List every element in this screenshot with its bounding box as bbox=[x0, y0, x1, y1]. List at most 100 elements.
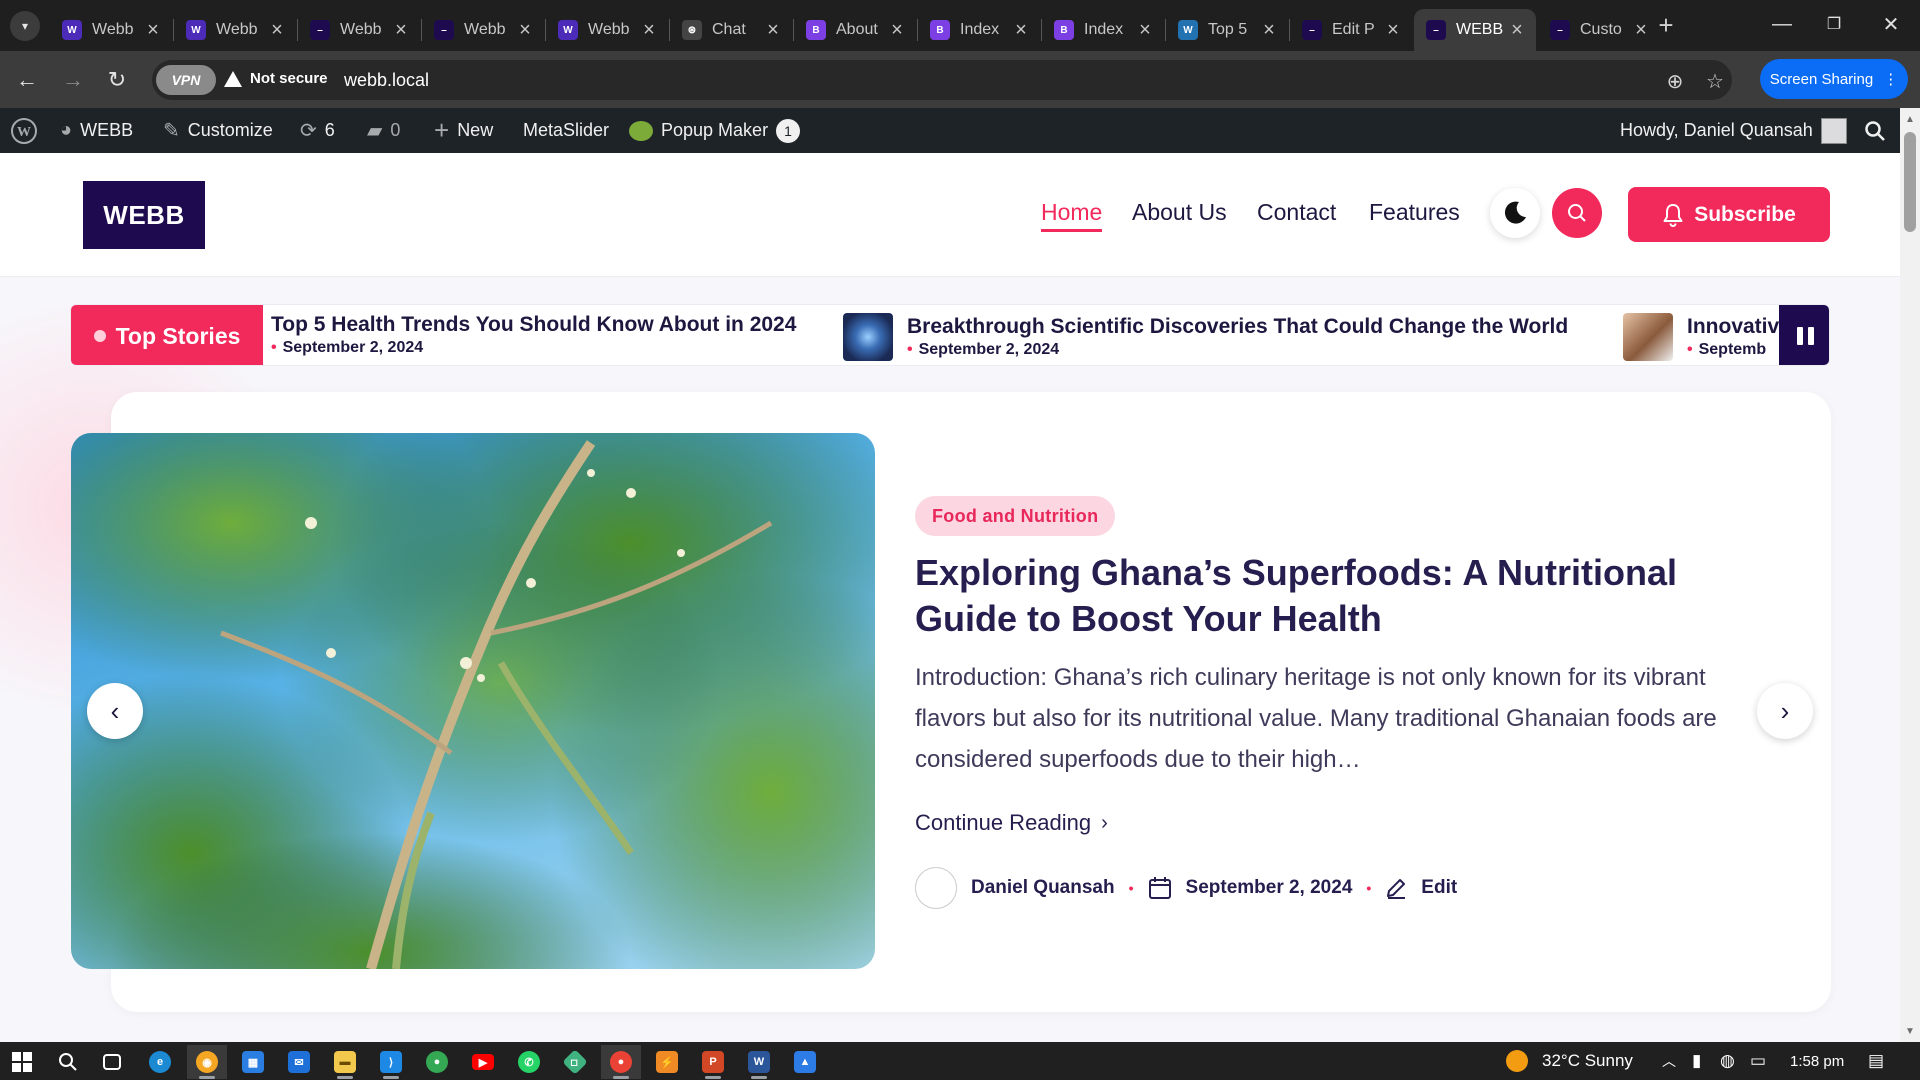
tab-close-icon[interactable]: × bbox=[762, 19, 784, 42]
browser-tab[interactable]: – Webb × bbox=[298, 9, 420, 51]
nav-about-us[interactable]: About Us bbox=[1132, 199, 1227, 226]
browser-tab[interactable]: B About × bbox=[794, 9, 916, 51]
screen-sharing-button[interactable]: Screen Sharing ⋮ bbox=[1760, 59, 1908, 99]
browser-tab[interactable]: – Webb × bbox=[422, 9, 544, 51]
forward-icon[interactable]: → bbox=[56, 63, 90, 97]
restore-icon[interactable]: ❐ bbox=[1809, 6, 1859, 42]
browser-tab[interactable]: B Index × bbox=[1042, 9, 1164, 51]
address-bar[interactable]: VPN Not secure webb.local ⊕ ☆ bbox=[152, 60, 1732, 100]
site-search-button[interactable] bbox=[1552, 188, 1602, 238]
taskbar-app-store[interactable]: ▦ bbox=[233, 1045, 273, 1079]
admin-customize-link[interactable]: ✎ Customize bbox=[163, 108, 273, 153]
browser-tab[interactable]: – Custo × bbox=[1538, 9, 1660, 51]
clock[interactable]: 1:58 pm bbox=[1790, 1042, 1844, 1080]
security-indicator[interactable]: Not secure bbox=[224, 70, 328, 87]
taskbar-app-browser[interactable]: ◉ bbox=[187, 1045, 227, 1079]
ticker-item[interactable]: Innovativ • Septemb bbox=[1623, 313, 1779, 361]
browser-tab[interactable]: – Edit P × bbox=[1290, 9, 1412, 51]
browser-tab[interactable]: ⊛ Chat × bbox=[670, 9, 792, 51]
browser-tab[interactable]: W Webb × bbox=[174, 9, 296, 51]
microphone-icon[interactable]: ▮ bbox=[1692, 1042, 1701, 1080]
battery-icon[interactable]: ▭ bbox=[1750, 1042, 1766, 1080]
bookmark-star-icon[interactable]: ☆ bbox=[1700, 66, 1730, 96]
tab-close-icon[interactable]: × bbox=[390, 19, 412, 42]
nav-contact[interactable]: Contact bbox=[1257, 199, 1336, 226]
weather-widget[interactable]: 32°C Sunny bbox=[1506, 1042, 1633, 1080]
taskbar-app-chrome-active[interactable]: ● bbox=[601, 1045, 641, 1079]
browser-tab[interactable]: – WEBB × bbox=[1414, 9, 1536, 51]
scroll-down-icon[interactable]: ▼ bbox=[1904, 1026, 1916, 1038]
wordpress-logo-icon[interactable]: W bbox=[10, 108, 38, 153]
browser-tab[interactable]: W Top 5 × bbox=[1166, 9, 1288, 51]
author-name[interactable]: Daniel Quansah bbox=[971, 877, 1115, 899]
tab-close-icon[interactable]: × bbox=[1382, 19, 1404, 42]
taskbar-app-word[interactable]: W bbox=[739, 1045, 779, 1079]
minimize-icon[interactable]: — bbox=[1757, 6, 1807, 42]
ticker-pause-button[interactable] bbox=[1779, 305, 1829, 365]
slider-prev-button[interactable]: ‹ bbox=[87, 683, 143, 739]
admin-search-icon[interactable] bbox=[1864, 108, 1886, 153]
admin-popup-maker-link[interactable]: Popup Maker 1 bbox=[629, 108, 801, 153]
admin-account-menu[interactable]: Howdy, Daniel Quansah bbox=[1620, 108, 1847, 153]
taskbar-app-powerpoint[interactable]: P bbox=[693, 1045, 733, 1079]
taskbar-app-chrome[interactable]: ● bbox=[417, 1045, 457, 1079]
url-text[interactable]: webb.local bbox=[344, 70, 429, 91]
taskbar-app-explorer[interactable]: ▬ bbox=[325, 1045, 365, 1079]
scroll-up-icon[interactable]: ▲ bbox=[1904, 114, 1916, 126]
admin-metaslider-link[interactable]: MetaSlider bbox=[523, 108, 609, 153]
admin-updates-link[interactable]: ⟳ 6 bbox=[300, 108, 335, 153]
nav-home[interactable]: Home bbox=[1041, 199, 1103, 232]
subscribe-button[interactable]: Subscribe bbox=[1628, 187, 1830, 242]
tab-close-icon[interactable]: × bbox=[1258, 19, 1280, 42]
admin-site-link[interactable]: ◕ WEBB bbox=[60, 108, 133, 153]
admin-comments-link[interactable]: ▰ 0 bbox=[367, 108, 400, 153]
vpn-badge[interactable]: VPN bbox=[156, 65, 216, 95]
back-icon[interactable]: ← bbox=[10, 63, 44, 97]
tab-close-icon[interactable]: × bbox=[1506, 19, 1528, 42]
browser-tab[interactable]: B Index × bbox=[918, 9, 1040, 51]
task-view-icon[interactable] bbox=[92, 1045, 132, 1079]
taskbar-app-git[interactable]: ◇ bbox=[555, 1045, 595, 1079]
tab-search-icon[interactable]: ▾ bbox=[10, 11, 40, 41]
dark-mode-toggle[interactable] bbox=[1490, 188, 1540, 238]
site-logo[interactable]: WEBB bbox=[83, 181, 205, 249]
edit-post-link[interactable]: Edit bbox=[1421, 877, 1457, 899]
new-tab-button[interactable]: + bbox=[1651, 10, 1681, 40]
taskbar-app-mail[interactable]: ✉ bbox=[279, 1045, 319, 1079]
taskbar-app-edge[interactable]: e bbox=[140, 1045, 180, 1079]
tab-close-icon[interactable]: × bbox=[638, 19, 660, 42]
ticker-item[interactable]: Top 5 Health Trends You Should Know Abou… bbox=[271, 313, 796, 357]
browser-tab[interactable]: W Webb × bbox=[50, 9, 172, 51]
zoom-icon[interactable]: ⊕ bbox=[1660, 66, 1690, 96]
ticker-item[interactable]: Breakthrough Scientific Discoveries That… bbox=[843, 313, 1568, 361]
tab-close-icon[interactable]: × bbox=[1630, 19, 1652, 42]
tab-close-icon[interactable]: × bbox=[514, 19, 536, 42]
tab-close-icon[interactable]: × bbox=[266, 19, 288, 42]
notifications-icon[interactable]: ▤ bbox=[1868, 1042, 1884, 1080]
taskbar-app-photos[interactable]: ▲ bbox=[785, 1045, 825, 1079]
continue-reading-link[interactable]: Continue Reading › bbox=[915, 810, 1108, 836]
page-scrollbar[interactable]: ▲ ▼ bbox=[1900, 108, 1920, 1042]
taskbar-app-local[interactable]: ⚡ bbox=[647, 1045, 687, 1079]
tab-close-icon[interactable]: × bbox=[886, 19, 908, 42]
reload-icon[interactable]: ↻ bbox=[100, 63, 134, 97]
taskbar-app-youtube[interactable]: ▶ bbox=[463, 1045, 503, 1079]
author-avatar[interactable] bbox=[915, 867, 957, 909]
taskbar-app-whatsapp[interactable]: ✆ bbox=[509, 1045, 549, 1079]
taskbar-search-icon[interactable] bbox=[48, 1045, 88, 1079]
taskbar-app-vscode[interactable]: ⟩ bbox=[371, 1045, 411, 1079]
browser-tab[interactable]: W Webb × bbox=[546, 9, 668, 51]
slider-next-button[interactable]: › bbox=[1757, 683, 1813, 739]
globe-network-icon[interactable]: ◍ bbox=[1720, 1042, 1735, 1080]
close-window-icon[interactable]: ✕ bbox=[1866, 6, 1916, 42]
scrollbar-thumb[interactable] bbox=[1904, 132, 1916, 232]
start-button[interactable] bbox=[2, 1045, 42, 1079]
category-badge[interactable]: Food and Nutrition bbox=[915, 496, 1116, 536]
tab-close-icon[interactable]: × bbox=[1134, 19, 1156, 42]
post-title[interactable]: Exploring Ghana’s Superfoods: A Nutritio… bbox=[915, 550, 1785, 642]
post-date[interactable]: September 2, 2024 bbox=[1186, 877, 1353, 899]
featured-post-image[interactable] bbox=[71, 433, 875, 969]
nav-features[interactable]: Features bbox=[1369, 199, 1460, 226]
tray-chevron-up-icon[interactable]: ︿ bbox=[1662, 1042, 1676, 1080]
tab-close-icon[interactable]: × bbox=[142, 19, 164, 42]
